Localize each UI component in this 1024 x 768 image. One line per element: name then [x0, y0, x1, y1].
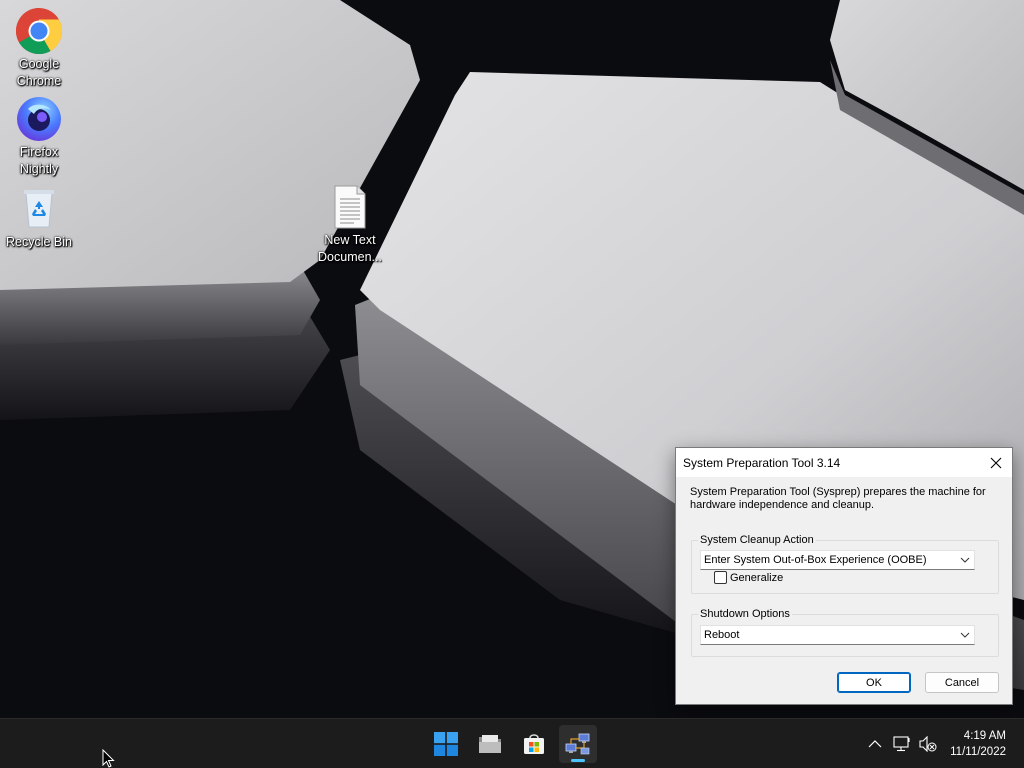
desktop-icon-recycle-bin[interactable]: Recycle Bin: [1, 184, 77, 251]
shutdown-options-group-label: Shutdown Options: [698, 607, 792, 621]
tray-volume-button[interactable]: [918, 734, 938, 754]
desktop-icon-firefox-nightly[interactable]: Firefox Nightly: [1, 94, 77, 178]
desktop-icon-google-chrome[interactable]: Google Chrome: [1, 6, 77, 90]
desktop-icon-new-text-document[interactable]: New Text Documen...: [312, 182, 388, 266]
taskbar: 4:19 AM 11/11/2022: [0, 718, 1024, 768]
store-icon: [524, 734, 544, 754]
network-icon: [893, 736, 910, 752]
generalize-checkbox-row[interactable]: Generalize: [714, 571, 783, 584]
cleanup-action-group-label: System Cleanup Action: [698, 533, 816, 547]
cleanup-action-value: Enter System Out-of-Box Experience (OOBE…: [704, 554, 927, 566]
shutdown-options-select[interactable]: Reboot: [700, 625, 975, 645]
clock-date: 11/11/2022: [950, 746, 1006, 758]
shutdown-options-group: Shutdown Options Reboot: [691, 607, 999, 657]
taskbar-microsoft-store-button[interactable]: [515, 725, 553, 763]
desktop-icon-label: Firefox Nightly: [19, 145, 59, 176]
clock-time: 4:19 AM: [963, 730, 1006, 742]
tray-network-button[interactable]: [892, 734, 912, 754]
close-button[interactable]: [980, 448, 1012, 477]
dialog-titlebar[interactable]: System Preparation Tool 3.14: [676, 448, 1012, 477]
network-computers-icon: [565, 733, 590, 755]
firefox-nightly-icon: [14, 94, 64, 144]
cancel-button[interactable]: Cancel: [925, 672, 999, 693]
taskbar-file-explorer-button[interactable]: [471, 725, 509, 763]
ok-button[interactable]: OK: [837, 672, 911, 693]
mouse-cursor-icon: [102, 749, 115, 768]
generalize-label: Generalize: [730, 571, 784, 584]
sysprep-dialog: System Preparation Tool 3.14 System Prep…: [675, 447, 1013, 705]
dialog-title: System Preparation Tool 3.14: [683, 455, 841, 470]
generalize-checkbox[interactable]: [714, 571, 727, 584]
desktop-icon-label: Google Chrome: [16, 57, 62, 88]
taskbar-sysprep-button[interactable]: [559, 725, 597, 763]
folder-icon: [479, 735, 501, 753]
taskbar-start-button[interactable]: [427, 725, 465, 763]
cleanup-action-group: System Cleanup Action Enter System Out-o…: [691, 533, 999, 594]
close-icon: [990, 457, 1002, 468]
text-document-icon: [325, 182, 375, 232]
speaker-muted-icon: [919, 736, 937, 752]
chevron-down-icon: [960, 630, 970, 640]
taskbar-clock[interactable]: 4:19 AM 11/11/2022: [950, 728, 1006, 760]
chevron-up-icon: [868, 740, 882, 748]
tray-overflow-button[interactable]: [865, 734, 885, 754]
shutdown-options-value: Reboot: [704, 629, 740, 641]
cleanup-action-select[interactable]: Enter System Out-of-Box Experience (OOBE…: [700, 550, 975, 570]
recycle-bin-icon: [14, 184, 64, 234]
active-indicator: [571, 759, 585, 762]
chevron-down-icon: [960, 555, 970, 565]
desktop-icon-label: Recycle Bin: [6, 235, 72, 249]
desktop-icon-label: New Text Documen...: [318, 233, 382, 264]
chrome-icon: [14, 6, 64, 56]
windows-start-icon: [434, 732, 458, 756]
dialog-description: System Preparation Tool (Sysprep) prepar…: [690, 486, 986, 511]
